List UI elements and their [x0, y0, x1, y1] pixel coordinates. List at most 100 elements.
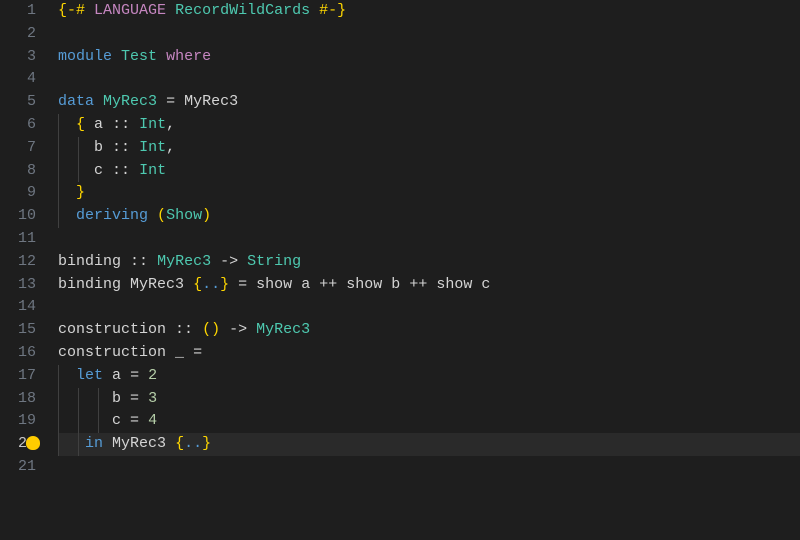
line-number: 7 — [0, 137, 36, 160]
token: ++ — [319, 276, 337, 293]
code-line[interactable] — [58, 296, 800, 319]
token: :: — [130, 253, 148, 270]
token — [139, 367, 148, 384]
code-line[interactable]: construction :: () -> MyRec3 — [58, 319, 800, 342]
lightbulb-icon[interactable] — [26, 436, 40, 450]
line-number: 15 — [0, 319, 36, 342]
token — [166, 435, 175, 452]
indent-guide — [58, 410, 59, 433]
token — [58, 367, 76, 384]
token: ) — [211, 321, 220, 338]
token: = — [166, 93, 175, 110]
token — [247, 276, 256, 293]
code-line[interactable]: module Test where — [58, 46, 800, 69]
token: a — [301, 276, 310, 293]
token: { — [193, 276, 202, 293]
token — [220, 321, 229, 338]
code-line[interactable]: {-# LANGUAGE RecordWildCards #-} — [58, 0, 800, 23]
token — [427, 276, 436, 293]
token: module — [58, 48, 112, 65]
token: MyRec3 — [184, 93, 238, 110]
token — [85, 2, 94, 19]
token — [121, 412, 130, 429]
indent-guide — [58, 114, 59, 137]
token — [103, 139, 112, 156]
token — [121, 253, 130, 270]
token: ) — [202, 207, 211, 224]
token — [211, 253, 220, 270]
code-line[interactable]: c :: Int — [58, 160, 800, 183]
token: c — [94, 162, 103, 179]
indent-guide — [78, 410, 79, 433]
code-line[interactable]: } — [58, 182, 800, 205]
code-line[interactable]: deriving (Show) — [58, 205, 800, 228]
token: a — [112, 367, 121, 384]
token: :: — [175, 321, 193, 338]
token — [175, 93, 184, 110]
token — [310, 276, 319, 293]
token: #-} — [319, 2, 346, 19]
token — [58, 412, 112, 429]
token — [121, 276, 130, 293]
token — [103, 367, 112, 384]
token: Test — [121, 48, 157, 65]
line-number: 8 — [0, 160, 36, 183]
code-line[interactable]: binding :: MyRec3 -> String — [58, 251, 800, 274]
code-area[interactable]: {-# LANGUAGE RecordWildCards #-} module T… — [48, 0, 800, 540]
line-number: 11 — [0, 228, 36, 251]
code-line[interactable]: in MyRec3 {..} — [58, 433, 800, 456]
token: b — [391, 276, 400, 293]
token — [130, 139, 139, 156]
code-line[interactable]: construction _ = — [58, 342, 800, 365]
line-number: 2 — [0, 23, 36, 46]
line-number: 5 — [0, 91, 36, 114]
indent-guide — [78, 137, 79, 160]
token — [184, 276, 193, 293]
token: Int — [139, 116, 166, 133]
token — [121, 390, 130, 407]
code-line[interactable] — [58, 228, 800, 251]
code-line[interactable] — [58, 23, 800, 46]
code-line[interactable]: { a :: Int, — [58, 114, 800, 137]
token — [58, 184, 76, 201]
token: -> — [229, 321, 247, 338]
token — [58, 435, 85, 452]
code-line[interactable] — [58, 68, 800, 91]
code-line[interactable] — [58, 456, 800, 479]
token: Int — [139, 162, 166, 179]
token: Int — [139, 139, 166, 156]
token: MyRec3 — [103, 93, 157, 110]
token: c — [112, 412, 121, 429]
token: , — [166, 116, 175, 133]
indent-guide — [98, 388, 99, 411]
token: = — [130, 412, 139, 429]
code-line[interactable]: b = 3 — [58, 388, 800, 411]
token — [112, 48, 121, 65]
line-number: 14 — [0, 296, 36, 319]
code-line[interactable]: data MyRec3 = MyRec3 — [58, 91, 800, 114]
indent-guide — [58, 182, 59, 205]
token: construction — [58, 344, 166, 361]
token — [139, 390, 148, 407]
token — [193, 321, 202, 338]
code-line[interactable]: b :: Int, — [58, 137, 800, 160]
code-editor[interactable]: 123456789101112131415161718192021 {-# LA… — [0, 0, 800, 540]
token: = — [193, 344, 202, 361]
code-line[interactable]: let a = 2 — [58, 365, 800, 388]
token — [148, 253, 157, 270]
token: 2 — [148, 367, 157, 384]
token: ( — [157, 207, 166, 224]
code-line[interactable]: binding MyRec3 {..} = show a ++ show b +… — [58, 274, 800, 297]
token: = — [238, 276, 247, 293]
indent-guide — [58, 160, 59, 183]
indent-guide — [58, 205, 59, 228]
token — [103, 116, 112, 133]
line-number: 9 — [0, 182, 36, 205]
code-line[interactable]: c = 4 — [58, 410, 800, 433]
token — [166, 321, 175, 338]
token: LANGUAGE — [94, 2, 166, 19]
token: } — [220, 276, 229, 293]
token: MyRec3 — [130, 276, 184, 293]
line-number: 10 — [0, 205, 36, 228]
token: String — [247, 253, 301, 270]
